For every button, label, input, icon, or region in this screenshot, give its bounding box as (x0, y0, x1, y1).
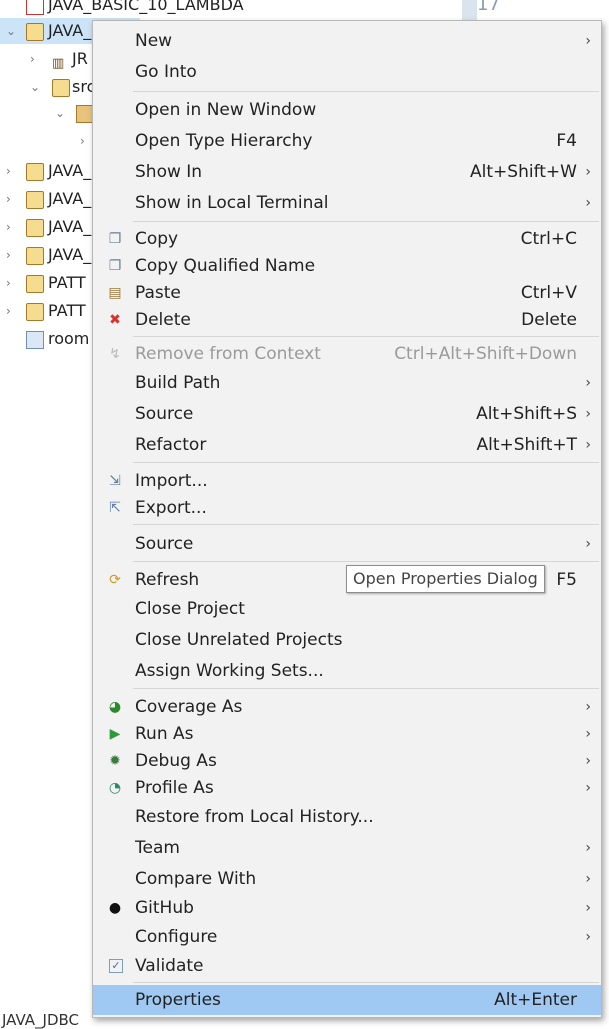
menu-item-show-in[interactable]: Show In Alt+Shift+W › (93, 157, 601, 187)
chevron-right-icon[interactable]: › (6, 270, 16, 296)
coverage-icon: ◕ (108, 699, 122, 715)
tree-item-java-basic-10-lambda[interactable]: JAVA_BASIC_10_LAMBDA (0, 0, 300, 18)
chevron-right-icon: › (585, 164, 591, 180)
project-folder-icon (26, 219, 44, 237)
menu-item-profile-as[interactable]: ◔ Profile As › (93, 773, 601, 803)
menu-item-open-type-hierarchy[interactable]: Open Type Hierarchy F4 (93, 126, 601, 156)
chevron-right-icon: › (585, 871, 591, 887)
menu-item-coverage-as[interactable]: ◕ Coverage As › (93, 692, 601, 722)
menu-separator (133, 91, 599, 92)
github-icon: ● (108, 900, 122, 916)
folder-icon (26, 331, 44, 349)
menu-item-new[interactable]: New › (93, 26, 601, 56)
chevron-right-icon[interactable]: › (6, 242, 16, 268)
status-label: JAVA_JDBC (2, 1011, 79, 1029)
menu-item-paste[interactable]: ▤ Paste Ctrl+V (93, 278, 601, 308)
chevron-right-icon[interactable]: › (80, 128, 90, 154)
context-menu: New › Go Into Open in New Window Open Ty… (92, 20, 602, 1018)
import-icon: ⇲ (109, 473, 121, 489)
chevron-right-icon: › (585, 753, 591, 769)
menu-item-build-path[interactable]: Build Path › (93, 368, 601, 398)
menu-item-run-as[interactable]: ▶ Run As › (93, 719, 601, 749)
chevron-right-icon: › (585, 437, 591, 453)
menu-separator (133, 336, 599, 337)
chevron-right-icon: › (585, 726, 591, 742)
menu-item-refactor[interactable]: Refactor Alt+Shift+T › (93, 430, 601, 460)
menu-item-restore-from-local-history[interactable]: Restore from Local History... (93, 802, 601, 832)
refresh-icon: ⟳ (109, 572, 121, 588)
chevron-right-icon[interactable]: › (6, 186, 16, 212)
validate-checkbox-icon: ✓ (109, 959, 123, 973)
menu-separator (133, 524, 599, 525)
paste-icon: ▤ (108, 285, 122, 301)
line-number: 17 (477, 0, 500, 15)
chevron-right-icon[interactable]: › (30, 46, 40, 72)
chevron-right-icon: › (585, 780, 591, 796)
menu-item-remove-from-context: ↯ Remove from Context Ctrl+Alt+Shift+Dow… (93, 339, 601, 369)
profile-icon: ◔ (108, 780, 122, 796)
project-error-icon (26, 0, 44, 15)
chevron-right-icon: › (585, 33, 591, 49)
menu-separator (133, 688, 599, 689)
menu-item-team[interactable]: Team › (93, 833, 601, 863)
copy-qualified-icon: ❐ (108, 258, 122, 274)
menu-item-compare-with[interactable]: Compare With › (93, 864, 601, 894)
chevron-right-icon: › (585, 536, 591, 552)
chevron-down-icon[interactable]: ⌄ (55, 100, 65, 126)
chevron-right-icon: › (585, 840, 591, 856)
menu-item-copy-qualified-name[interactable]: ❐ Copy Qualified Name (93, 251, 601, 281)
chevron-right-icon: › (585, 195, 591, 211)
export-icon: ⇱ (109, 500, 121, 516)
chevron-right-icon: › (585, 699, 591, 715)
menu-item-source-2[interactable]: Source › (93, 529, 601, 559)
menu-item-copy[interactable]: ❐ Copy Ctrl+C (93, 224, 601, 254)
menu-item-export[interactable]: ⇱ Export... (93, 493, 601, 523)
menu-item-open-in-new-window[interactable]: Open in New Window (93, 95, 601, 125)
debug-icon: ✹ (109, 753, 121, 769)
chevron-down-icon[interactable]: ⌄ (6, 18, 16, 44)
project-folder-icon (26, 275, 44, 293)
menu-item-debug-as[interactable]: ✹ Debug As › (93, 746, 601, 776)
project-folder-icon (26, 23, 44, 41)
menu-item-go-into[interactable]: Go Into (93, 57, 601, 87)
menu-item-source[interactable]: Source Alt+Shift+S › (93, 399, 601, 429)
menu-separator (133, 462, 599, 463)
menu-item-validate[interactable]: ✓ Validate (93, 951, 601, 981)
menu-separator (133, 221, 599, 222)
source-folder-icon (52, 79, 70, 97)
menu-item-show-in-local-terminal[interactable]: Show in Local Terminal › (93, 188, 601, 218)
tooltip: Open Properties Dialog (346, 565, 545, 593)
delete-icon: ✖ (109, 312, 121, 328)
remove-context-icon: ↯ (109, 346, 121, 362)
chevron-right-icon: › (585, 406, 591, 422)
chevron-right-icon[interactable]: › (6, 298, 16, 324)
menu-separator (133, 561, 599, 562)
menu-item-github[interactable]: ● GitHub › (93, 893, 601, 923)
menu-separator (133, 982, 599, 983)
project-folder-icon (26, 163, 44, 181)
chevron-right-icon: › (585, 900, 591, 916)
copy-icon: ❐ (108, 231, 122, 247)
project-folder-icon (26, 303, 44, 321)
menu-item-close-project[interactable]: Close Project (93, 594, 601, 624)
project-folder-icon (26, 191, 44, 209)
run-icon: ▶ (109, 726, 121, 742)
menu-item-properties[interactable]: Properties Alt+Enter (93, 985, 601, 1015)
chevron-down-icon[interactable]: ⌄ (30, 74, 40, 100)
chevron-right-icon[interactable]: › (6, 158, 16, 184)
status-bar: JAVA_JDBC (0, 1011, 92, 1029)
menu-item-assign-working-sets[interactable]: Assign Working Sets... (93, 656, 601, 686)
chevron-right-icon: › (585, 375, 591, 391)
menu-item-configure[interactable]: Configure › (93, 922, 601, 952)
project-folder-icon (26, 247, 44, 265)
menu-item-import[interactable]: ⇲ Import... (93, 466, 601, 496)
editor-gutter (462, 0, 477, 20)
library-icon: ▥ (52, 56, 65, 71)
chevron-right-icon[interactable]: › (6, 214, 16, 240)
menu-item-close-unrelated-projects[interactable]: Close Unrelated Projects (93, 625, 601, 655)
menu-item-delete[interactable]: ✖ Delete Delete (93, 305, 601, 335)
chevron-right-icon: › (585, 929, 591, 945)
